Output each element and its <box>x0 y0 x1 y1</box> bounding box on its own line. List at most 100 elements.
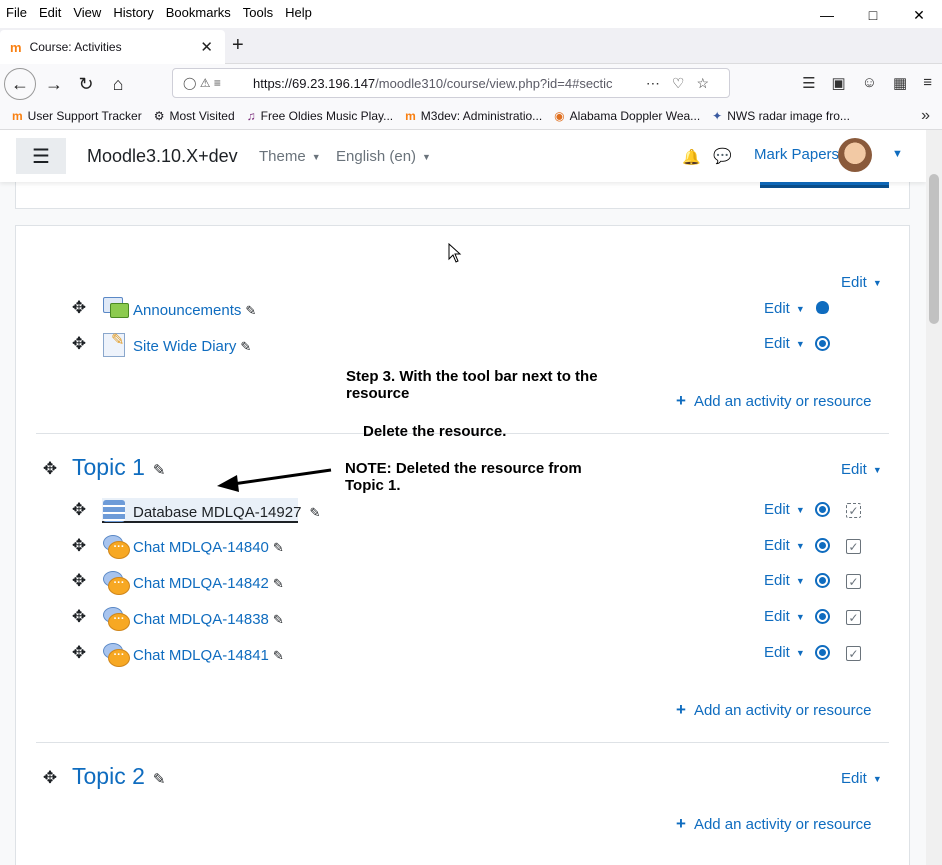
app-menu-icon[interactable]: ≡ <box>923 74 932 92</box>
edit-menu[interactable]: Edit ▼ <box>764 608 805 625</box>
pencil-icon[interactable]: ✎ <box>273 648 284 663</box>
menu-help[interactable]: Help <box>279 5 318 20</box>
completion-checkbox-icon[interactable]: ✓ <box>846 610 861 625</box>
move-icon[interactable]: ✥ <box>70 334 88 353</box>
add-activity-link[interactable]: + Add an activity or resource <box>676 700 872 720</box>
edit-menu[interactable]: Edit ▼ <box>764 300 805 317</box>
pencil-icon[interactable]: ✎ <box>273 540 284 555</box>
back-button-icon[interactable]: ← <box>4 68 36 100</box>
drawer-toggle-icon[interactable]: ☰ <box>16 138 66 174</box>
section-title-topic-1[interactable]: Topic 1 ✎ <box>72 454 165 481</box>
page-scrollbar[interactable] <box>926 130 942 865</box>
chevron-down-icon: ▼ <box>795 304 805 315</box>
close-icon[interactable]: ✕ <box>896 0 942 30</box>
pencil-icon[interactable]: ✎ <box>153 462 166 479</box>
scrollbar-thumb[interactable] <box>929 174 939 324</box>
maximize-icon[interactable]: □ <box>850 0 896 30</box>
move-icon[interactable]: ✥ <box>70 500 88 519</box>
move-icon[interactable]: ✥ <box>70 607 88 626</box>
add-activity-link[interactable]: + Add an activity or resource <box>676 391 872 411</box>
minimize-icon[interactable]: — <box>804 0 850 30</box>
move-icon[interactable]: ✥ <box>70 643 88 662</box>
activity-database-mdlqa-14927[interactable]: Database MDLQA-14927 ✎ <box>133 504 320 521</box>
security-icon[interactable]: ◯ ⚠ ≡ <box>183 76 253 90</box>
activity-chat-mdlqa-14841[interactable]: Chat MDLQA-14841 ✎ <box>133 647 284 664</box>
edit-menu[interactable]: Edit ▼ <box>764 572 805 589</box>
section-title-topic-2[interactable]: Topic 2 ✎ <box>72 763 165 790</box>
completion-checkbox-icon[interactable]: ✓ <box>846 539 861 554</box>
pencil-icon[interactable]: ✎ <box>245 303 256 318</box>
annotation-note-line2: Topic 1. <box>345 477 401 494</box>
move-icon[interactable]: ✥ <box>70 536 88 555</box>
menu-history[interactable]: History <box>107 5 159 20</box>
section0-edit-menu[interactable]: Edit ▼ <box>841 274 882 291</box>
group-mode-icon[interactable] <box>815 538 830 553</box>
new-tab-icon[interactable]: + <box>232 34 244 57</box>
completion-checkbox-icon[interactable]: ✓ <box>846 574 861 589</box>
pencil-icon[interactable]: ✎ <box>153 771 166 788</box>
activity-chat-mdlqa-14838[interactable]: Chat MDLQA-14838 ✎ <box>133 611 284 628</box>
bookmark-free-oldies[interactable]: ♫ Free Oldies Music Play... <box>247 109 393 123</box>
edit-menu[interactable]: Edit ▼ <box>764 537 805 554</box>
reload-icon[interactable]: ↻ <box>70 68 102 100</box>
group-mode-icon[interactable] <box>815 336 830 351</box>
tab-course-activities[interactable]: m Course: Activities ✕ <box>0 30 225 64</box>
pencil-icon[interactable]: ✎ <box>273 576 284 591</box>
user-name[interactable]: Mark Papers <box>754 146 839 163</box>
menu-view[interactable]: View <box>67 5 107 20</box>
user-menu-chevron-icon[interactable]: ▼ <box>892 148 903 160</box>
activity-announcements[interactable]: Announcements ✎ <box>133 302 256 319</box>
language-menu[interactable]: English (en) ▼ <box>336 148 431 165</box>
theme-menu[interactable]: Theme ▼ <box>259 148 321 165</box>
library-icon[interactable]: ☰ <box>802 74 815 92</box>
menu-edit[interactable]: Edit <box>33 5 67 20</box>
pencil-icon[interactable]: ✎ <box>309 505 320 520</box>
move-icon[interactable]: ✥ <box>41 768 59 787</box>
chevron-down-icon: ▼ <box>795 576 805 587</box>
bookmark-m3dev[interactable]: m M3dev: Administratio... <box>405 109 542 123</box>
add-activity-link[interactable]: + Add an activity or resource <box>676 814 872 834</box>
completion-checkbox-icon[interactable]: ✓ <box>846 646 861 661</box>
topic2-edit-menu[interactable]: Edit ▼ <box>841 770 882 787</box>
forward-button-icon[interactable]: → <box>38 68 70 100</box>
menu-file[interactable]: File <box>0 5 33 20</box>
chevron-down-icon: ▼ <box>795 339 805 350</box>
edit-menu[interactable]: Edit ▼ <box>764 335 805 352</box>
avatar[interactable] <box>838 138 872 172</box>
group-mode-icon[interactable] <box>815 645 830 660</box>
pencil-icon[interactable]: ✎ <box>240 339 251 354</box>
account-icon[interactable]: ☺ <box>862 74 877 92</box>
group-mode-icon[interactable] <box>815 502 830 517</box>
menu-tools[interactable]: Tools <box>237 5 279 20</box>
url-text[interactable]: https://69.23.196.147/moodle310/course/v… <box>253 76 643 91</box>
pencil-icon[interactable]: ✎ <box>273 612 284 627</box>
url-bar[interactable]: ◯ ⚠ ≡ https://69.23.196.147/moodle310/co… <box>172 68 730 98</box>
page-actions-icon[interactable]: ⋯♡☆ <box>646 75 721 92</box>
move-icon[interactable]: ✥ <box>41 459 59 478</box>
bookmark-alabama-doppler[interactable]: ◉ Alabama Doppler Wea... <box>554 109 700 123</box>
activity-chat-mdlqa-14840[interactable]: Chat MDLQA-14840 ✎ <box>133 539 284 556</box>
edit-menu[interactable]: Edit ▼ <box>764 644 805 661</box>
completion-checkbox-icon[interactable]: ✓ <box>846 503 861 518</box>
edit-menu[interactable]: Edit ▼ <box>764 501 805 518</box>
menu-bookmarks[interactable]: Bookmarks <box>160 5 237 20</box>
home-icon[interactable]: ⌂ <box>102 68 134 100</box>
move-icon[interactable]: ✥ <box>70 298 88 317</box>
move-icon[interactable]: ✥ <box>70 571 88 590</box>
extensions-icon[interactable]: ▦ <box>893 74 907 92</box>
user-icon[interactable] <box>815 300 830 315</box>
notification-bell-icon[interactable]: 🔔 <box>682 148 701 166</box>
group-mode-icon[interactable] <box>815 609 830 624</box>
bookmark-nws-radar[interactable]: ✦ NWS radar image fro... <box>712 109 850 123</box>
tab-close-icon[interactable]: ✕ <box>200 38 213 56</box>
bookmarks-overflow-icon[interactable]: » <box>921 107 930 125</box>
activity-site-wide-diary[interactable]: Site Wide Diary ✎ <box>133 338 251 355</box>
bookmark-user-support-tracker[interactable]: m User Support Tracker <box>12 109 142 123</box>
bookmark-most-visited[interactable]: ⚙ Most Visited <box>154 109 235 123</box>
activity-chat-mdlqa-14842[interactable]: Chat MDLQA-14842 ✎ <box>133 575 284 592</box>
messages-icon[interactable]: 💬 <box>713 147 732 165</box>
site-name[interactable]: Moodle3.10.X+dev <box>87 146 238 167</box>
topic1-edit-menu[interactable]: Edit ▼ <box>841 461 882 478</box>
group-mode-icon[interactable] <box>815 573 830 588</box>
sidebar-icon[interactable]: ▣ <box>832 74 846 92</box>
